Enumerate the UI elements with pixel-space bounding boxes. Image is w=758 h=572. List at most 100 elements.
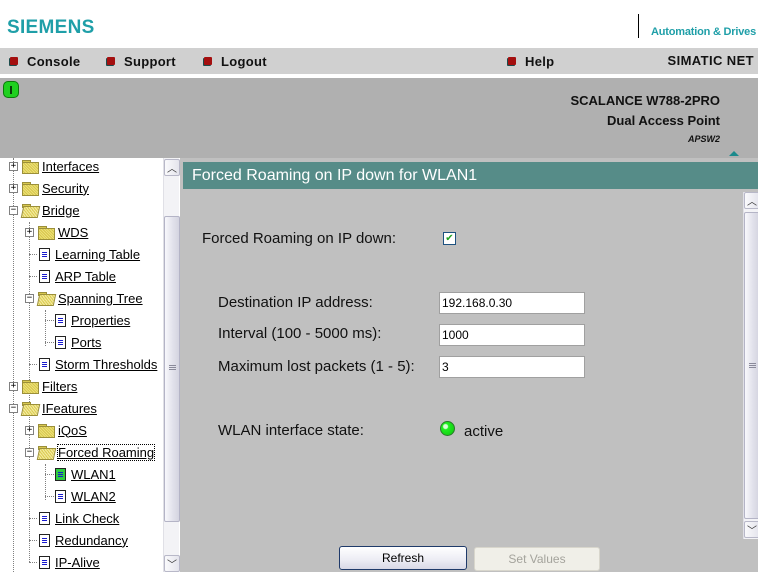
triangle-up-icon[interactable]: [729, 151, 739, 156]
page-icon: [39, 247, 50, 261]
collapse-minus-icon[interactable]: −: [25, 294, 34, 303]
red-square-bullet-icon: [508, 57, 516, 65]
tree-scrollbar[interactable]: ︿ ﹀: [163, 158, 180, 572]
wlan-state-value: active: [464, 423, 504, 440]
grip-icon: [749, 363, 756, 369]
tree-item-link-check[interactable]: Link Check: [39, 508, 119, 528]
tree-item-spanning-tree[interactable]: Spanning Tree: [38, 288, 143, 308]
tree-item-label[interactable]: Interfaces: [42, 159, 99, 174]
tree-connector: [45, 342, 54, 343]
expand-plus-icon[interactable]: +: [25, 228, 34, 237]
tree-item-storm-thresholds[interactable]: Storm Thresholds: [39, 354, 157, 374]
tree-item-label[interactable]: Security: [42, 181, 89, 196]
tree-item-interfaces[interactable]: Interfaces: [22, 158, 99, 176]
page-icon: [55, 489, 66, 503]
tree-item-label[interactable]: Redundancy: [55, 533, 128, 548]
red-square-bullet-icon: [204, 57, 212, 65]
folder-icon: [38, 424, 55, 438]
tree-item-label[interactable]: WLAN1: [71, 467, 116, 482]
expand-plus-icon[interactable]: +: [9, 184, 18, 193]
tree-item-bridge[interactable]: Bridge: [22, 200, 80, 220]
page-icon: [55, 313, 66, 327]
refresh-button[interactable]: Refresh: [339, 546, 467, 570]
green-status-led-icon[interactable]: [3, 81, 19, 98]
brand-divider: [638, 14, 639, 38]
brand-tagline: Automation & Drives: [651, 26, 756, 38]
expand-plus-icon[interactable]: +: [25, 426, 34, 435]
menu-console-label: Console: [27, 53, 81, 69]
tree-item-ip-alive[interactable]: IP-Alive: [39, 552, 100, 572]
tree-item-label[interactable]: Learning Table: [55, 247, 140, 262]
set-values-button[interactable]: Set Values: [474, 547, 600, 571]
menu-help[interactable]: Help: [508, 48, 554, 74]
device-header: SCALANCE W788-2PRO Dual Access Point APS…: [0, 78, 758, 158]
collapse-minus-icon[interactable]: −: [9, 206, 18, 215]
tree-item-label[interactable]: Ports: [71, 335, 101, 350]
interval-input[interactable]: [439, 324, 585, 346]
forced-roaming-label: Forced Roaming on IP down:: [202, 230, 396, 247]
folder-open-icon: [22, 402, 38, 414]
app-root: SIEMENS Automation & Drives Console Supp…: [0, 0, 758, 572]
tree-item-redundancy[interactable]: Redundancy: [39, 530, 128, 550]
tree-item-label[interactable]: WLAN2: [71, 489, 116, 504]
tree-connector: [45, 464, 46, 500]
tree-item-label[interactable]: Storm Thresholds: [55, 357, 157, 372]
tree-item-label[interactable]: Filters: [42, 379, 77, 394]
folder-icon: [22, 182, 39, 196]
tree-connector: [13, 158, 14, 572]
expand-plus-icon[interactable]: +: [9, 382, 18, 391]
content-panel: Forced Roaming on IP down for WLAN1 Forc…: [180, 158, 758, 572]
content-scrollbar[interactable]: ︿ ﹀: [743, 192, 758, 539]
forced-roaming-checkbox[interactable]: [443, 232, 456, 245]
tree-item-learning-table[interactable]: Learning Table: [39, 244, 140, 264]
page-title: Forced Roaming on IP down for WLAN1: [183, 162, 758, 189]
menu-support[interactable]: Support: [107, 48, 176, 74]
scroll-up-button[interactable]: ︿: [164, 159, 180, 176]
tree-item-wlan1[interactable]: WLAN1: [55, 464, 116, 484]
tree-item-label[interactable]: iQoS: [58, 423, 87, 438]
collapse-minus-icon[interactable]: −: [25, 448, 34, 457]
device-model: SCALANCE W788-2PRO: [570, 93, 720, 108]
menu-support-label: Support: [124, 53, 176, 69]
tree-item-label[interactable]: WDS: [58, 225, 88, 240]
scroll-up-button[interactable]: ︿: [744, 192, 758, 209]
tree-item-properties[interactable]: Properties: [55, 310, 130, 330]
tree-item-label[interactable]: Properties: [71, 313, 130, 328]
scroll-thumb[interactable]: [744, 212, 758, 519]
tree-connector: [29, 518, 37, 519]
tree-item-iqos[interactable]: iQoS: [38, 420, 87, 440]
tree-item-label[interactable]: ARP Table: [55, 269, 116, 284]
red-square-bullet-icon: [10, 57, 18, 65]
collapse-minus-icon[interactable]: −: [9, 404, 18, 413]
folder-icon: [22, 160, 39, 174]
folder-open-icon: [22, 204, 38, 216]
tree-item-label[interactable]: Spanning Tree: [58, 291, 143, 306]
menu-logout[interactable]: Logout: [204, 48, 267, 74]
tree-item-security[interactable]: Security: [22, 178, 89, 198]
tree-connector: [29, 276, 37, 277]
tree-item-label[interactable]: Forced Roaming: [56, 443, 156, 461]
destination-ip-input[interactable]: [439, 292, 585, 314]
tree-item-label[interactable]: Link Check: [55, 511, 119, 526]
tree-item-arp-table[interactable]: ARP Table: [39, 266, 116, 286]
device-name: APSW2: [687, 134, 720, 144]
tree-item-label[interactable]: Bridge: [42, 203, 80, 218]
tree-item-label[interactable]: IFeatures: [42, 401, 97, 416]
menu-console[interactable]: Console: [10, 48, 80, 74]
red-square-bullet-icon: [107, 57, 115, 65]
scroll-thumb[interactable]: [164, 216, 180, 522]
tree-item-wlan2[interactable]: WLAN2: [55, 486, 116, 506]
scroll-down-button[interactable]: ﹀: [164, 555, 180, 572]
page-icon: [39, 269, 50, 283]
expand-plus-icon[interactable]: +: [9, 162, 18, 171]
tree-item-ports[interactable]: Ports: [55, 332, 101, 352]
tree-item-ifeatures[interactable]: IFeatures: [22, 398, 97, 418]
brand-bar: SIEMENS Automation & Drives: [0, 0, 758, 48]
scroll-down-button[interactable]: ﹀: [744, 521, 758, 538]
tree-item-wds[interactable]: WDS: [38, 222, 88, 242]
tree-item-label[interactable]: IP-Alive: [55, 555, 100, 570]
max-lost-packets-input[interactable]: [439, 356, 585, 378]
tree-connector: [29, 364, 37, 365]
tree-item-filters[interactable]: Filters: [22, 376, 77, 396]
tree-item-forced-roaming[interactable]: Forced Roaming: [38, 442, 156, 462]
